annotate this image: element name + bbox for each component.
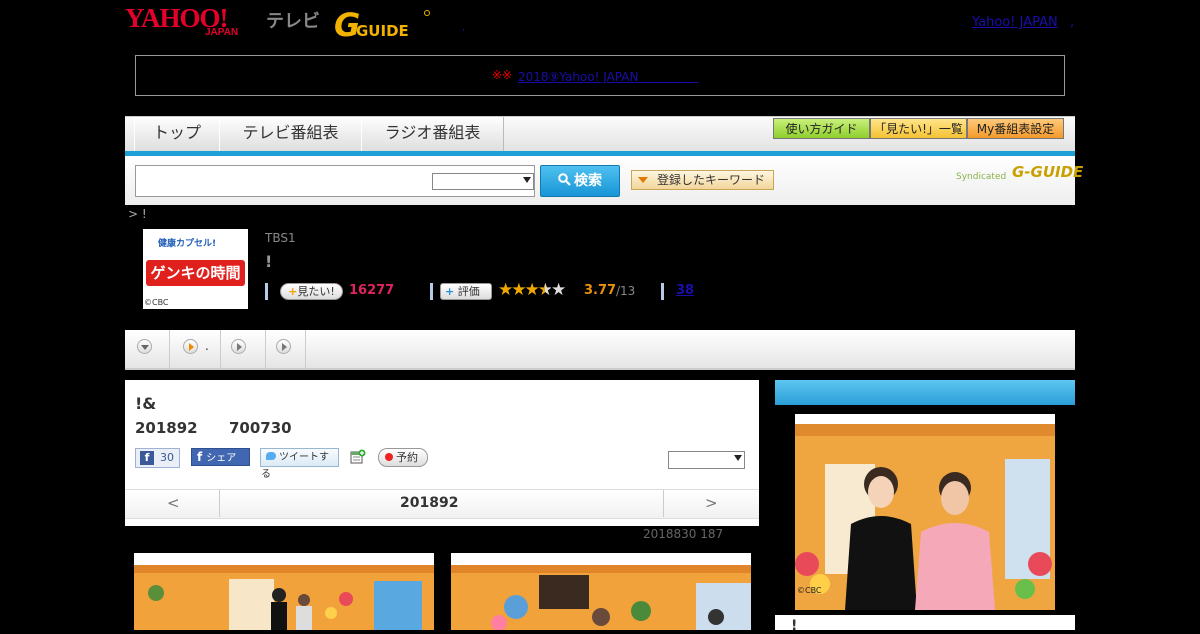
divider	[661, 283, 664, 300]
search-icon	[558, 173, 571, 186]
thumbnail-title: ゲンキの時間	[146, 260, 245, 286]
facebook-like-button[interactable]: f 30	[135, 448, 180, 468]
chevron-down-icon	[523, 177, 531, 183]
chevron-down-icon	[734, 455, 742, 461]
thumbnail-subtitle: 健康カプセル!	[158, 239, 217, 249]
reviews-link[interactable]: 38	[676, 283, 694, 298]
play-icon	[282, 343, 287, 351]
facebook-share-button[interactable]: f シェア	[191, 448, 250, 466]
search-button-label: 検索	[574, 173, 602, 189]
current-date: 201892	[400, 495, 459, 511]
episode-title: !&	[135, 394, 157, 413]
rate-button[interactable]: + 評価	[440, 283, 492, 300]
next-date-button[interactable]: >	[705, 494, 718, 512]
want-count: 16277	[349, 283, 395, 298]
toolbar-separator	[265, 330, 266, 368]
notice-marks: ※※	[492, 68, 513, 82]
tv-logo-text[interactable]: テレビ	[266, 7, 320, 33]
header-separator: ,	[462, 22, 466, 33]
divider	[265, 283, 268, 300]
tab-radio-schedule[interactable]: ラジオ番組表	[361, 117, 504, 151]
facebook-icon: f	[140, 451, 154, 465]
play-icon	[189, 343, 194, 351]
svg-text:GUIDE: GUIDE	[356, 22, 409, 40]
program-title: !	[265, 252, 273, 271]
thumbnail-copyright: ©CBC	[144, 298, 169, 307]
episode-date: 201892	[135, 419, 198, 437]
toolbar-separator	[305, 330, 306, 368]
side-panel-title: !	[791, 618, 798, 634]
want-list-button[interactable]: 「見たい!」一覧	[870, 118, 967, 139]
toolbar-separator	[220, 330, 221, 368]
tweet-button[interactable]: ツイートする	[260, 448, 339, 480]
toolbar-play-button-3[interactable]	[276, 339, 291, 354]
guide-button[interactable]: 使い方ガイド	[773, 118, 870, 139]
breadcrumb[interactable]: > !	[128, 207, 147, 221]
notice-link[interactable]: 2018⑨Yahoo! JAPAN＿＿＿＿＿	[518, 68, 698, 85]
search-category-select[interactable]	[432, 173, 534, 190]
episode-time: 700730	[229, 419, 292, 437]
facebook-icon: f	[197, 450, 203, 464]
tab-top[interactable]: トップ	[134, 117, 220, 151]
registered-keywords-button[interactable]: 登録したキーワード	[631, 170, 774, 190]
want-to-watch-button[interactable]: +見たい!	[280, 283, 343, 300]
star-icon: ★	[524, 280, 540, 300]
channel-name: TBS1	[265, 231, 296, 245]
image-copyright: ©CBC	[797, 586, 822, 595]
program-toolbar	[125, 330, 1075, 370]
plus-icon: +	[445, 285, 455, 298]
toolbar-play-button-2[interactable]	[231, 339, 246, 354]
episode-select[interactable]	[668, 451, 745, 469]
side-panel-footer	[775, 615, 1075, 630]
star-icon: ★	[498, 280, 513, 300]
last-updated: 2018830 187	[643, 527, 724, 541]
calendar-add-icon[interactable]	[350, 449, 366, 465]
keyword-button-label: 登録したキーワード	[657, 173, 766, 187]
plus-icon: +	[288, 285, 298, 298]
empty-star-icon: ★	[551, 280, 566, 300]
episode-scene-image-2[interactable]	[451, 553, 751, 630]
reserve-label: 予約	[396, 451, 418, 464]
play-icon	[237, 343, 242, 351]
rate-label: 評価	[457, 285, 480, 298]
toolbar-item-label: .	[205, 339, 209, 353]
tab-tv-schedule[interactable]: テレビ番組表	[219, 117, 362, 151]
toolbar-separator	[169, 330, 170, 368]
half-star-icon: ★	[537, 280, 553, 300]
rating-stars: ★★★★★	[498, 280, 566, 300]
yahoo-japan-logo-text: JAPAN	[205, 27, 239, 38]
search-button[interactable]: 検索	[540, 165, 620, 197]
twitter-bird-icon	[266, 452, 276, 460]
rating-total: /13	[616, 284, 636, 298]
date-nav-separator	[663, 490, 664, 517]
want-label: 見たい!	[297, 285, 335, 298]
facebook-like-count: 30	[160, 451, 174, 464]
dropdown-triangle-icon	[638, 177, 648, 183]
episode-scene-image-1[interactable]	[134, 553, 434, 630]
star-icon: ★	[511, 280, 526, 300]
syndicated-label: Syndicated	[956, 172, 1007, 182]
reserve-recording-button[interactable]: 予約	[378, 448, 428, 467]
program-hosts-image	[795, 414, 1055, 610]
toolbar-play-button[interactable]	[183, 339, 198, 354]
chevron-down-icon	[141, 345, 149, 350]
syndicated-gguide-logo: G-GUIDE	[1012, 163, 1084, 181]
date-nav-separator	[219, 490, 220, 517]
rating-value: 3.77	[584, 283, 617, 298]
previous-date-button[interactable]: <	[167, 494, 180, 512]
yahoo-japan-link[interactable]: Yahoo! JAPAN	[972, 15, 1058, 30]
facebook-share-label: シェア	[206, 453, 237, 464]
gguide-logo-icon[interactable]: G GUIDE	[334, 6, 430, 42]
toolbar-dropdown-toggle[interactable]	[137, 339, 152, 354]
side-panel-header	[775, 380, 1075, 405]
header-separator-right: ,	[1070, 15, 1075, 30]
record-icon	[385, 453, 393, 461]
divider	[430, 283, 433, 300]
my-schedule-settings-button[interactable]: My番組表設定	[967, 118, 1064, 139]
